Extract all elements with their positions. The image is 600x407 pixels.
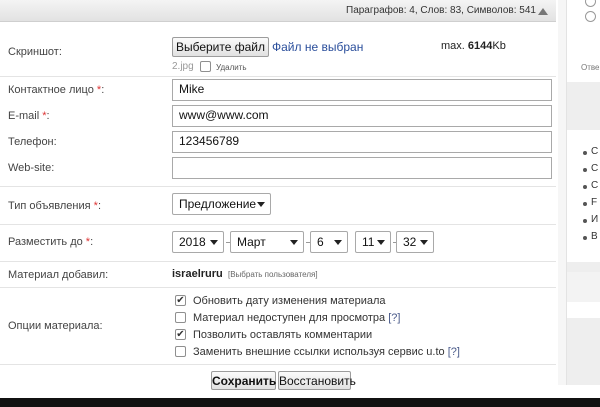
current-file-name: 2.jpg: [172, 61, 194, 72]
email-label: E-mail *:: [8, 110, 50, 122]
bullet-icon: [583, 236, 587, 240]
year-select[interactable]: 2018: [172, 231, 224, 253]
year-selected: 2018: [179, 235, 206, 249]
chevron-down-icon: [377, 240, 385, 245]
hour-selected: 11: [362, 235, 375, 249]
update-date-checkbox[interactable]: ✔: [175, 295, 186, 306]
max-size-info: max. 6144Kb: [441, 40, 506, 52]
replace-links-checkbox[interactable]: [175, 346, 186, 357]
required-mark: *: [93, 200, 98, 212]
side-block: [567, 82, 600, 130]
added-by-label: Материал добавил:: [8, 269, 109, 281]
contact-input[interactable]: Mike: [172, 79, 552, 101]
side-caption: Отве: [581, 63, 600, 72]
email-label-text: E-mail: [8, 110, 40, 122]
unavailable-checkbox[interactable]: [175, 312, 186, 323]
choose-user-link[interactable]: [Выбрать пользователя]: [228, 270, 318, 279]
minute-selected: 32: [403, 235, 417, 249]
minute-select[interactable]: 32: [396, 231, 434, 253]
chevron-down-icon: [290, 240, 298, 245]
bullet-icon: [583, 168, 587, 172]
chevron-down-icon: [257, 202, 265, 207]
max-size-unit: Kb: [492, 40, 506, 52]
options-label: Опции материала:: [8, 320, 103, 332]
ad-type-label-text: Тип объявления: [8, 200, 91, 212]
panel-gutter: [558, 0, 566, 385]
allow-comments-checkbox[interactable]: ✔: [175, 329, 186, 340]
side-list-item[interactable]: И: [591, 214, 598, 225]
allow-comments-text: Позволить оставлять комментарии: [193, 329, 373, 341]
divider: [0, 287, 556, 288]
save-button[interactable]: Сохранить: [211, 371, 276, 390]
delete-file-checkbox[interactable]: [200, 61, 211, 72]
side-list-item[interactable]: С: [591, 163, 598, 174]
help-link[interactable]: [?]: [388, 312, 400, 324]
required-mark: *: [42, 110, 47, 122]
divider: [0, 186, 556, 187]
collapse-arrow-icon[interactable]: [538, 8, 548, 15]
replace-links-option: Заменить внешние ссылки используя сервис…: [193, 346, 460, 358]
side-block: [567, 272, 600, 302]
contact-label: Контактное лицо *:: [8, 84, 105, 96]
bullet-icon: [583, 151, 587, 155]
delete-file-label: Удалить: [216, 63, 247, 72]
side-block: [567, 262, 600, 272]
side-list-item[interactable]: В: [591, 231, 598, 242]
poll-radio[interactable]: [585, 0, 596, 7]
max-size-prefix: max.: [441, 40, 465, 52]
required-mark: *: [96, 84, 102, 96]
ad-type-selected: Предложение: [179, 197, 257, 211]
chevron-down-icon: [420, 240, 428, 245]
month-select[interactable]: Март: [230, 231, 304, 253]
day-selected: 6: [317, 235, 324, 249]
email-input[interactable]: www@www.com: [172, 105, 552, 127]
update-date-text: Обновить дату изменения материала: [193, 295, 386, 307]
screenshot-label: Скриншот:: [8, 46, 62, 58]
author-username: israelruru: [172, 268, 223, 280]
ad-type-select[interactable]: Предложение: [172, 193, 271, 215]
replace-links-text: Заменить внешние ссылки используя сервис…: [193, 346, 445, 358]
divider: [0, 261, 556, 262]
bullet-icon: [583, 185, 587, 189]
choose-file-button[interactable]: Выберите файл: [172, 37, 269, 57]
website-label: Web-site:: [8, 162, 55, 174]
bottom-bar: [0, 398, 600, 407]
max-size-value: 6144: [467, 40, 493, 52]
help-link[interactable]: [?]: [448, 346, 460, 358]
reset-button[interactable]: Восстановить: [278, 371, 356, 390]
unavailable-text: Материал недоступен для просмотра: [193, 312, 386, 324]
side-list-item[interactable]: С: [591, 180, 598, 191]
update-date-option: Обновить дату изменения материала: [193, 295, 386, 307]
divider: [0, 224, 556, 225]
place-until-label-text: Разместить до: [8, 236, 83, 248]
side-list-item[interactable]: С: [591, 146, 598, 157]
divider: [0, 76, 556, 77]
place-until-label: Разместить до *:: [8, 236, 94, 248]
no-file-chosen-text: Файл не выбран: [272, 40, 364, 54]
bullet-icon: [583, 202, 587, 206]
day-select[interactable]: 6: [310, 231, 348, 253]
required-mark: *: [85, 236, 91, 248]
contact-label-text: Контактное лицо: [8, 84, 94, 96]
ad-type-label: Тип объявления *:: [8, 200, 101, 212]
divider: [0, 364, 556, 365]
chevron-down-icon: [210, 240, 218, 245]
side-list-item[interactable]: F: [591, 197, 597, 208]
hour-select[interactable]: 11: [355, 231, 391, 253]
word-count-stats: Параграфов: 4, Слов: 83, Символов: 541: [346, 5, 536, 16]
allow-comments-option: Позволить оставлять комментарии: [193, 329, 372, 341]
website-input[interactable]: [172, 157, 552, 179]
side-panel: Отве С С С F И В: [566, 0, 600, 385]
chevron-down-icon: [334, 240, 342, 245]
unavailable-option: Материал недоступен для просмотра [?]: [193, 312, 400, 324]
side-block: [567, 318, 600, 385]
bullet-icon: [583, 219, 587, 223]
poll-radio[interactable]: [585, 11, 596, 22]
editor-status-bar: Параграфов: 4, Слов: 83, Символов: 541: [0, 0, 556, 22]
month-selected: Март: [237, 235, 266, 249]
phone-label: Телефон:: [8, 136, 57, 148]
phone-input[interactable]: 123456789: [172, 131, 552, 153]
